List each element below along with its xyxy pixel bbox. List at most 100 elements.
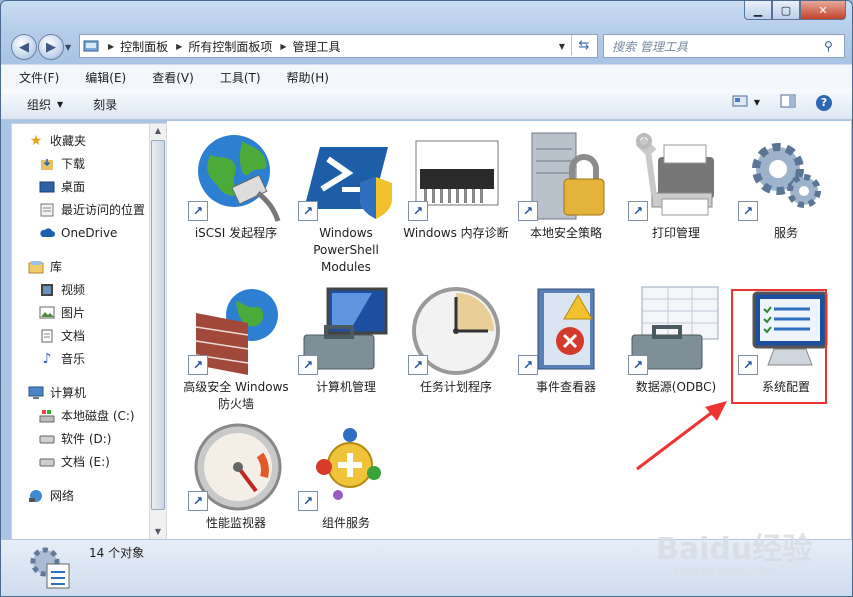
breadcrumb-control-panel[interactable]: 控制面板	[120, 38, 168, 55]
tile-services[interactable]: ↗ 服务	[731, 129, 841, 242]
shortcut-arrow-icon: ↗	[298, 491, 318, 511]
tile-iscsi[interactable]: ↗ iSCSI 发起程序	[181, 129, 291, 242]
menu-tools[interactable]: 工具(T)	[202, 69, 269, 86]
sidebar-item-onedrive[interactable]: OneDrive	[12, 221, 150, 244]
sidebar-item-drive-e[interactable]: 文档 (E:)	[12, 450, 150, 473]
tile-label: Windows PowerShell Modules	[313, 226, 379, 274]
menu-bar: 文件(F) 编辑(E) 查看(V) 工具(T) 帮助(H)	[1, 64, 852, 89]
tile-component-services[interactable]: ↗ 组件服务	[291, 419, 401, 532]
shortcut-arrow-icon: ↗	[408, 201, 428, 221]
sidebar-item-documents[interactable]: 文档	[12, 324, 150, 347]
sidebar-item-downloads[interactable]: 下载	[12, 152, 150, 175]
tile-label: 高级安全 Windows 防火墙	[183, 380, 289, 411]
breadcrumb-admin-tools[interactable]: 管理工具	[293, 38, 341, 55]
sidebar-item-desktop[interactable]: 桌面	[12, 175, 150, 198]
shortcut-arrow-icon: ↗	[408, 355, 428, 375]
library-icon	[28, 260, 44, 274]
shortcut-arrow-icon: ↗	[298, 355, 318, 375]
sidebar-label: 本地磁盘 (C:)	[61, 409, 135, 423]
shortcut-arrow-icon: ↗	[188, 491, 208, 511]
tile-local-security-policy[interactable]: ↗ 本地安全策略	[511, 129, 621, 242]
sidebar-item-favorites[interactable]: ★ 收藏夹	[12, 129, 150, 152]
minimize-button[interactable]: ▁	[744, 1, 772, 20]
sidebar-label: 视频	[61, 283, 86, 297]
sidebar-label: 文档	[61, 329, 86, 343]
scroll-down-icon[interactable]: ▼	[150, 525, 166, 539]
menu-file[interactable]: 文件(F)	[1, 69, 67, 86]
tile-performance-monitor[interactable]: ↗ 性能监视器	[181, 419, 291, 532]
recent-places-icon	[39, 203, 55, 217]
maximize-button[interactable]: ▢	[772, 1, 800, 20]
forward-arrow-icon: ▶	[46, 39, 56, 55]
sidebar-item-network[interactable]: 网络	[12, 484, 150, 507]
shortcut-arrow-icon: ↗	[628, 355, 648, 375]
sidebar-scrollbar[interactable]: ▲ ▼	[149, 123, 167, 540]
desktop-icon	[39, 180, 55, 194]
tile-label: 服务	[773, 226, 798, 240]
change-view-icon[interactable]	[732, 95, 748, 110]
back-button[interactable]: ◀	[11, 34, 37, 60]
title-bar: ▁ ▢ ✕ ◀ ▶ ▼ ▶ 控制面板 ▶ 所有控制面板项 ▶ 管理工具 ▼ ⇆ …	[1, 1, 852, 63]
refresh-button[interactable]: ⇆	[571, 35, 596, 55]
sidebar-label: 计算机	[50, 386, 87, 400]
search-icon[interactable]: ⚲	[824, 39, 844, 53]
sidebar-item-music[interactable]: ♪ 音乐	[12, 347, 150, 370]
address-dropdown-icon[interactable]: ▼	[553, 42, 571, 51]
window-controls: ▁ ▢ ✕	[744, 1, 846, 20]
shortcut-arrow-icon: ↗	[738, 201, 758, 221]
menu-help[interactable]: 帮助(H)	[269, 69, 337, 86]
sidebar-label: OneDrive	[61, 225, 118, 240]
sidebar-item-computer[interactable]: 计算机	[12, 381, 150, 404]
documents-icon	[39, 329, 55, 343]
tile-firewall[interactable]: ↗ 高级安全 Windows 防火墙	[181, 283, 291, 413]
music-note-icon: ♪	[42, 350, 52, 367]
sidebar-label: 库	[50, 260, 63, 274]
download-folder-icon	[39, 157, 55, 171]
scroll-thumb[interactable]	[151, 140, 165, 510]
address-bar[interactable]: ▶ 控制面板 ▶ 所有控制面板项 ▶ 管理工具 ▼	[79, 34, 598, 58]
organize-button[interactable]: 组织 ▼	[1, 96, 73, 113]
breadcrumb-separator-icon: ▶	[108, 41, 115, 51]
tile-label: 计算机管理	[315, 380, 376, 394]
search-input[interactable]: 搜索 管理工具	[604, 38, 824, 55]
close-button[interactable]: ✕	[800, 1, 846, 20]
tile-label: 打印管理	[651, 226, 700, 240]
sidebar-item-drive-c[interactable]: 本地磁盘 (C:)	[12, 404, 150, 427]
burn-button[interactable]: 刻录	[73, 96, 127, 113]
tile-odbc[interactable]: ↗ 数据源(ODBC)	[621, 283, 731, 396]
navigation-pane: ★ 收藏夹 下载 桌面 最近访问的位置 OneDrive 库 视频 图片 文档 …	[11, 123, 151, 540]
tile-event-viewer[interactable]: ↗ 事件查看器	[511, 283, 621, 396]
menu-edit[interactable]: 编辑(E)	[67, 69, 134, 86]
computer-icon	[28, 386, 44, 400]
tile-label: 任务计划程序	[419, 380, 492, 394]
breadcrumb-all-items[interactable]: 所有控制面板项	[188, 38, 272, 55]
cloud-icon	[39, 226, 55, 240]
watermark: Baidu经验 jingyan.baidu.com	[656, 524, 812, 577]
tile-memory-diagnostic[interactable]: ↗ Windows 内存诊断	[401, 129, 511, 242]
red-arrow-icon	[636, 401, 727, 471]
refresh-icon: ⇆	[578, 37, 590, 53]
tile-powershell[interactable]: ↗ Windows PowerShell Modules	[291, 129, 401, 276]
tile-computer-management[interactable]: ↗ 计算机管理	[291, 283, 401, 396]
forward-button[interactable]: ▶	[38, 34, 64, 60]
recent-pages-dropdown[interactable]: ▼	[65, 43, 71, 52]
tile-label: 本地安全策略	[529, 226, 602, 240]
explorer-window: ▁ ▢ ✕ ◀ ▶ ▼ ▶ 控制面板 ▶ 所有控制面板项 ▶ 管理工具 ▼ ⇆ …	[0, 0, 853, 597]
tile-task-scheduler[interactable]: ↗ 任务计划程序	[401, 283, 511, 396]
help-icon[interactable]: ?	[816, 94, 832, 111]
preview-pane-icon[interactable]	[780, 94, 796, 111]
sidebar-item-recent[interactable]: 最近访问的位置	[12, 198, 150, 221]
admin-tools-icon	[27, 544, 75, 595]
view-options-dropdown-icon[interactable]: ▼	[754, 98, 760, 107]
sidebar-item-pictures[interactable]: 图片	[12, 301, 150, 324]
tile-label: 组件服务	[321, 516, 370, 530]
breadcrumb: ▶ 控制面板 ▶ 所有控制面板项 ▶ 管理工具	[102, 38, 343, 55]
search-box[interactable]: 搜索 管理工具 ⚲	[603, 34, 845, 58]
sidebar-item-videos[interactable]: 视频	[12, 278, 150, 301]
scroll-up-icon[interactable]: ▲	[150, 124, 166, 138]
tile-print-management[interactable]: ↗ 打印管理	[621, 129, 731, 242]
sidebar-label: 文档 (E:)	[61, 455, 110, 469]
sidebar-item-drive-d[interactable]: 软件 (D:)	[12, 427, 150, 450]
sidebar-item-libraries[interactable]: 库	[12, 255, 150, 278]
menu-view[interactable]: 查看(V)	[134, 69, 202, 86]
